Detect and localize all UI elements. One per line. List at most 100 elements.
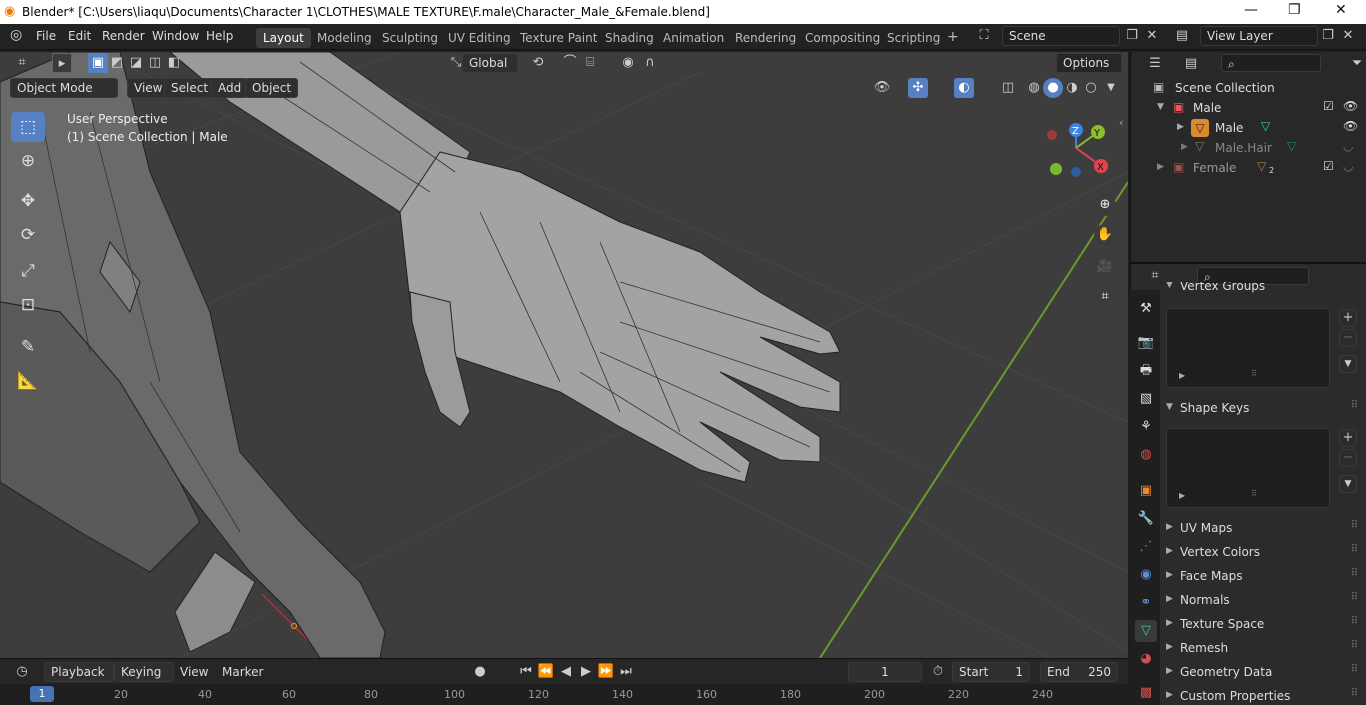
camera-view-icon[interactable]: 🎥 <box>1094 256 1116 278</box>
scene-selector[interactable]: Scene <box>1002 26 1120 46</box>
tab-rendering[interactable]: Rendering <box>728 28 803 48</box>
drag-grip-icon[interactable]: ⠿ <box>1351 592 1358 603</box>
play-reverse-icon[interactable]: ◀ <box>556 662 576 682</box>
menu-edit[interactable]: Edit <box>68 29 91 43</box>
expand-arrow-icon[interactable]: ▶ <box>1181 142 1188 152</box>
scene-icon[interactable]: ⛶ <box>974 26 994 46</box>
new-scene-icon[interactable]: ❐ <box>1122 26 1142 46</box>
physics-tab-icon[interactable]: ◉ <box>1135 564 1157 586</box>
shape-key-specials-button[interactable]: ▼ <box>1339 475 1357 493</box>
drag-grip-icon[interactable]: ⠿ <box>1351 664 1358 675</box>
outliner-row-female-collection[interactable]: ▶ ▣ Female ▽ 2 ☑ ◡ <box>1131 158 1366 178</box>
timeline-ruler[interactable]: 1 20 40 60 80 100 120 140 160 180 200 22… <box>0 684 1128 705</box>
jump-end-icon[interactable]: ⏭ <box>616 662 636 682</box>
measure-tool[interactable]: 📐 <box>11 366 45 396</box>
section-vertex-colors[interactable]: ▶ Vertex Colors ⠿ <box>1166 542 1366 564</box>
tab-modeling[interactable]: Modeling <box>310 28 379 48</box>
material-tab-icon[interactable]: ◕ <box>1135 648 1157 670</box>
tab-layout[interactable]: Layout <box>256 28 311 48</box>
gizmo-neg-y[interactable] <box>1050 163 1062 175</box>
modifier-tab-icon[interactable]: 🔧 <box>1135 508 1157 530</box>
hidden-eye-icon[interactable]: ◡ <box>1343 159 1353 173</box>
scale-tool[interactable]: ⤢ <box>11 256 45 286</box>
section-normals[interactable]: ▶ Normals ⠿ <box>1166 590 1366 612</box>
view-layer-icon[interactable]: ▤ <box>1172 26 1192 46</box>
eye-icon[interactable]: 👁 <box>1343 99 1358 113</box>
minimize-button[interactable]: — <box>1244 2 1258 18</box>
drag-grip-icon[interactable]: ⠿ <box>1351 544 1358 555</box>
pivot-icon[interactable]: ⟲ <box>528 53 548 73</box>
checkbox-icon[interactable]: ☑ <box>1323 99 1334 113</box>
outliner-row-scene-collection[interactable]: ▣ Scene Collection <box>1131 78 1366 98</box>
frame-start-field[interactable]: Start 1 <box>952 662 1030 682</box>
menu-help[interactable]: Help <box>206 29 233 43</box>
options-dropdown[interactable]: Options <box>1056 53 1122 73</box>
drag-grip-icon[interactable]: ⠿ <box>1351 688 1358 699</box>
add-vertex-group-button[interactable]: + <box>1339 309 1357 327</box>
section-face-maps[interactable]: ▶ Face Maps ⠿ <box>1166 566 1366 588</box>
editor-type-icon[interactable]: ⌗ <box>12 53 32 73</box>
expand-arrow-icon[interactable]: ▶ <box>1157 162 1164 172</box>
add-shape-key-button[interactable]: + <box>1339 429 1357 447</box>
proportional-edit-icon[interactable]: ◉ <box>618 53 638 73</box>
rotate-tool[interactable]: ⟳ <box>11 220 45 250</box>
object-tab-icon[interactable]: ▣ <box>1135 480 1157 502</box>
cursor-tool[interactable]: ⊕ <box>11 146 45 176</box>
filter-icon[interactable]: ⏷ <box>1347 54 1366 74</box>
maximize-button[interactable]: ❐ <box>1288 2 1301 18</box>
ortho-grid-icon[interactable]: ⌗ <box>1094 286 1116 308</box>
drag-grip-icon[interactable]: ⠿ <box>1351 568 1358 579</box>
view-layer-selector[interactable]: View Layer <box>1200 26 1318 46</box>
list-expand-icon[interactable]: ▶ <box>1179 371 1185 380</box>
mode-selector[interactable]: Object Mode <box>10 78 118 98</box>
vertex-group-specials-button[interactable]: ▼ <box>1339 355 1357 373</box>
zoom-icon[interactable]: ⊕ <box>1094 194 1116 216</box>
overlays-toggle-icon[interactable]: ◐ <box>954 78 974 98</box>
timeline-menu-playback[interactable]: Playback <box>44 662 114 682</box>
remove-view-layer-icon[interactable]: ✕ <box>1338 26 1358 46</box>
stopwatch-icon[interactable]: ⏱ <box>928 662 948 682</box>
list-expand-icon[interactable]: ▶ <box>1179 491 1185 500</box>
remove-vertex-group-button[interactable]: − <box>1339 329 1357 347</box>
gizmo-toggle-icon[interactable]: ✣ <box>908 78 928 98</box>
particles-tab-icon[interactable]: ⋰ <box>1135 536 1157 558</box>
list-resize-grip[interactable]: ⠿ <box>1251 369 1257 378</box>
outliner-row-male-hair[interactable]: ▶ ▽ Male.Hair ▽ ◡ <box>1131 138 1366 158</box>
transform-orientation-select[interactable]: Global <box>462 53 518 73</box>
section-shape-keys[interactable]: ▼ Shape Keys ⠿ <box>1166 398 1366 420</box>
select-intersect-icon[interactable]: ◧ <box>164 53 184 73</box>
xray-icon[interactable]: ◫ <box>998 78 1018 98</box>
gizmo-neg-x[interactable] <box>1047 130 1057 140</box>
navigation-gizmo[interactable]: Z Y X <box>1036 118 1124 188</box>
remove-shape-key-button[interactable]: − <box>1339 449 1357 467</box>
drag-grip-icon[interactable]: ⠿ <box>1351 400 1358 411</box>
tab-texture-paint[interactable]: Texture Paint <box>513 28 604 48</box>
select-box-tool[interactable]: ⬚ <box>11 112 45 142</box>
hidden-eye-icon[interactable]: ◡ <box>1343 139 1353 153</box>
menu-window[interactable]: Window <box>152 29 199 43</box>
tab-shading[interactable]: Shading <box>598 28 661 48</box>
keyframe-record-icon[interactable]: ● <box>470 662 490 682</box>
list-resize-grip[interactable]: ⠿ <box>1251 489 1257 498</box>
timeline-menu-keying[interactable]: Keying <box>114 662 174 682</box>
section-custom-properties[interactable]: ▶ Custom Properties ⠿ <box>1166 686 1366 705</box>
jump-start-icon[interactable]: ⏮ <box>516 662 536 682</box>
output-tab-icon[interactable]: 🖶 <box>1135 360 1157 382</box>
section-geometry-data[interactable]: ▶ Geometry Data ⠿ <box>1166 662 1366 684</box>
outliner-row-male-collection[interactable]: ▼ ▣ Male ☑ 👁 <box>1131 98 1366 118</box>
drag-grip-icon[interactable]: ⠿ <box>1351 640 1358 651</box>
move-tool[interactable]: ✥ <box>11 186 45 216</box>
drag-grip-icon[interactable]: ⠿ <box>1351 616 1358 627</box>
vertex-groups-list[interactable]: ▶ ⠿ <box>1166 308 1330 388</box>
texture-tab-icon[interactable]: ▩ <box>1135 682 1157 704</box>
tab-scripting[interactable]: Scripting <box>880 28 947 48</box>
new-view-layer-icon[interactable]: ❐ <box>1318 26 1338 46</box>
snap-toggle-icon[interactable]: ⌒ <box>560 53 580 73</box>
drag-grip-icon[interactable]: ⠿ <box>1351 520 1358 531</box>
wireframe-shading-icon[interactable]: ◍ <box>1024 78 1044 98</box>
jump-prev-key-icon[interactable]: ⏪ <box>536 662 556 682</box>
section-vertex-groups[interactable]: ▼ Vertex Groups <box>1166 282 1366 296</box>
tab-sculpting[interactable]: Sculpting <box>375 28 445 48</box>
transform-tool[interactable]: ⊡ <box>11 290 45 320</box>
timeline-menu-view[interactable]: View <box>180 665 208 679</box>
